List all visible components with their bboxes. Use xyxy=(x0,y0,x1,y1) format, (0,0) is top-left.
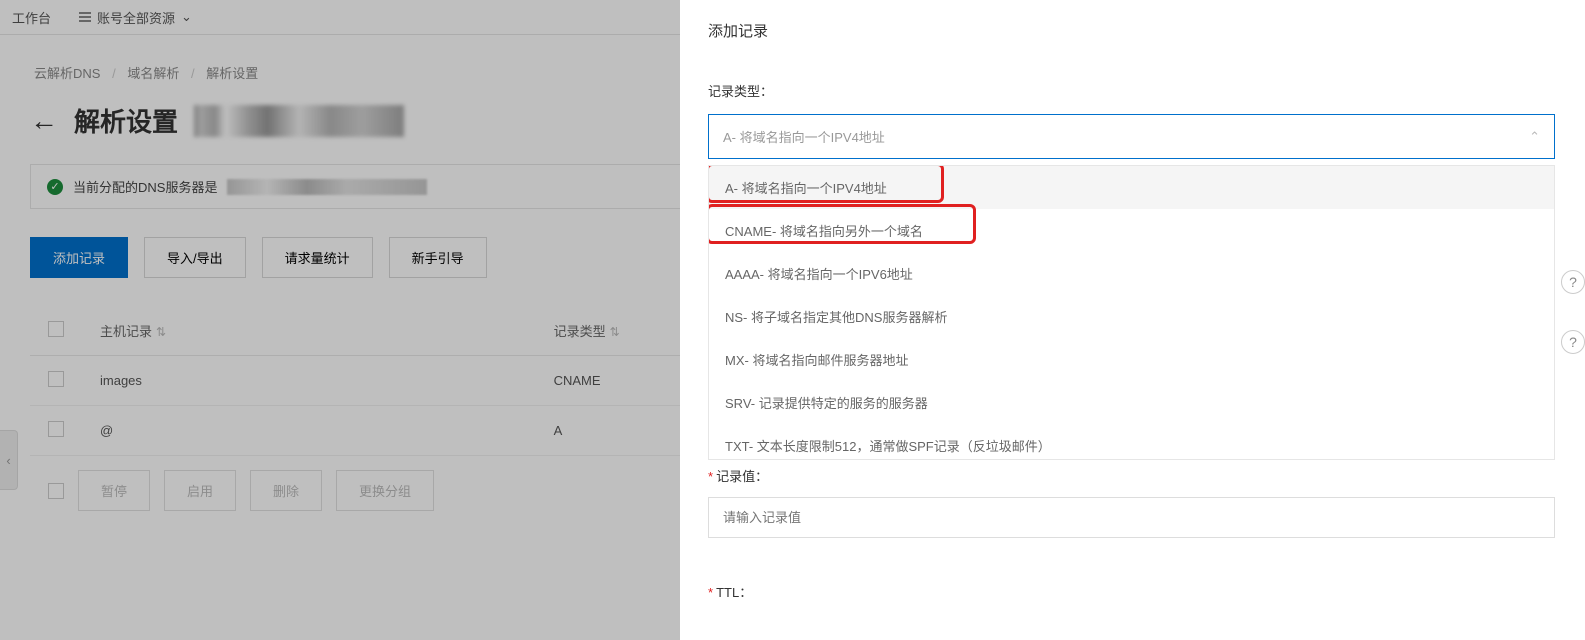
record-value-label: *记录值： xyxy=(708,466,1555,485)
sort-icon[interactable]: ⇅ xyxy=(156,325,166,339)
add-record-drawer: 添加记录 记录类型： A- 将域名指向一个IPV4地址 ⌃ A- 将域名指向一个… xyxy=(680,0,1585,640)
page-title: 解析设置 xyxy=(74,102,178,139)
import-export-button[interactable]: 导入/导出 xyxy=(144,237,246,278)
row-checkbox[interactable] xyxy=(48,421,64,437)
option-aaaa[interactable]: AAAA- 将域名指向一个IPV6地址 xyxy=(709,252,1554,295)
list-icon xyxy=(79,12,91,22)
add-record-button[interactable]: 添加记录 xyxy=(30,237,128,278)
record-type-select[interactable]: A- 将域名指向一个IPV4地址 ⌃ xyxy=(708,114,1555,159)
change-group-button[interactable]: 更换分组 xyxy=(336,470,434,511)
chevron-down-icon: ⌄ xyxy=(181,9,192,25)
breadcrumb-item[interactable]: 域名解析 xyxy=(127,66,179,81)
option-a[interactable]: A- 将域名指向一个IPV4地址 xyxy=(709,166,1554,209)
option-txt[interactable]: TXT- 文本长度限制512，通常做SPF记录（反垃圾邮件） xyxy=(709,424,1554,460)
resource-label: 账号全部资源 xyxy=(97,8,175,27)
record-type-dropdown[interactable]: A- 将域名指向一个IPV4地址 CNAME- 将域名指向另外一个域名 AAAA… xyxy=(708,165,1555,460)
workspace-link[interactable]: 工作台 xyxy=(12,8,51,27)
breadcrumb-item[interactable]: 云解析DNS xyxy=(34,66,100,81)
bulk-checkbox[interactable] xyxy=(48,483,64,499)
check-icon: ✓ xyxy=(47,179,63,195)
resource-selector[interactable]: 账号全部资源 ⌄ xyxy=(79,8,192,27)
sidebar-expand-tab[interactable]: ‹ xyxy=(0,430,18,490)
back-arrow-icon[interactable]: ← xyxy=(30,105,58,137)
option-mx[interactable]: MX- 将域名指向邮件服务器地址 xyxy=(709,338,1554,381)
col-host[interactable]: 主机记录 xyxy=(100,324,152,339)
record-value-input[interactable] xyxy=(708,497,1555,538)
drawer-title: 添加记录 xyxy=(708,20,1555,41)
sort-icon[interactable]: ⇅ xyxy=(610,325,620,339)
redacted-domain xyxy=(194,105,404,137)
chevron-up-icon: ⌃ xyxy=(1529,129,1540,145)
col-type[interactable]: 记录类型 xyxy=(554,324,606,339)
selected-value: A- 将域名指向一个IPV4地址 xyxy=(723,127,885,146)
row-checkbox[interactable] xyxy=(48,371,64,387)
info-text: 当前分配的DNS服务器是 xyxy=(73,177,217,196)
record-type-label: 记录类型： xyxy=(708,81,1555,100)
guide-button[interactable]: 新手引导 xyxy=(389,237,487,278)
cell-host: @ xyxy=(82,406,536,456)
option-cname[interactable]: CNAME- 将域名指向另外一个域名 xyxy=(709,209,1554,252)
help-icon[interactable]: ? xyxy=(1561,270,1585,294)
enable-button[interactable]: 启用 xyxy=(164,470,236,511)
help-icon[interactable]: ? xyxy=(1561,330,1585,354)
select-all-checkbox[interactable] xyxy=(48,321,64,337)
request-stats-button[interactable]: 请求量统计 xyxy=(262,237,373,278)
pause-button[interactable]: 暂停 xyxy=(78,470,150,511)
option-ns[interactable]: NS- 将子域名指定其他DNS服务器解析 xyxy=(709,295,1554,338)
breadcrumb-item: 解析设置 xyxy=(206,66,258,81)
cell-host: images xyxy=(82,356,536,406)
ttl-label: *TTL： xyxy=(708,582,1555,601)
delete-button[interactable]: 删除 xyxy=(250,470,322,511)
redacted-dns xyxy=(227,179,427,195)
option-srv[interactable]: SRV- 记录提供特定的服务的服务器 xyxy=(709,381,1554,424)
